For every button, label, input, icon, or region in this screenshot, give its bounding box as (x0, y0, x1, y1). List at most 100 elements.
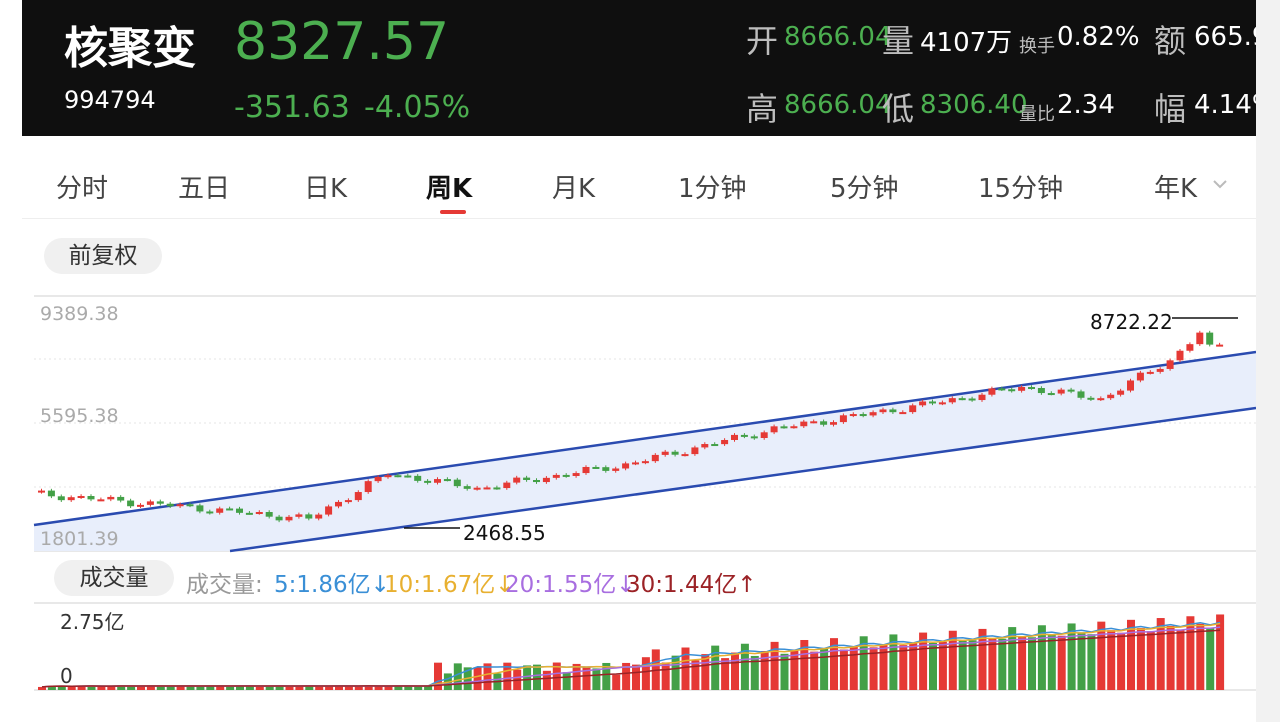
candle-body (632, 462, 639, 465)
candle-body (820, 421, 828, 425)
candle-body (483, 487, 491, 490)
candle-body (929, 401, 936, 404)
high-annotation: 8722.22 (1090, 310, 1173, 334)
volume-bar (1136, 628, 1145, 690)
volume-bar (523, 665, 532, 690)
candle-body (1018, 387, 1026, 391)
kline-chart[interactable]: 9389.38 5595.38 1801.39 8722.22 2468.55 … (0, 0, 1256, 722)
candle-body (404, 475, 412, 478)
candle-body (434, 479, 441, 483)
candle-body (344, 500, 352, 503)
candle-body (97, 499, 105, 502)
volume-bar (255, 686, 264, 690)
candle-body (1087, 397, 1095, 400)
candle-body (236, 508, 243, 513)
volume-bar (612, 674, 621, 690)
trend-channel-fill (34, 352, 1256, 551)
candle-body (117, 496, 125, 501)
volume-bar (1166, 625, 1175, 690)
candle-body (38, 490, 45, 493)
up-arrow-icon: ↑ (737, 572, 757, 598)
volume-bar (671, 655, 680, 690)
low-annotation: 2468.55 (463, 521, 546, 545)
volume-bar (988, 638, 997, 690)
candle-body (305, 514, 313, 519)
candle-body (1176, 350, 1184, 361)
volume-bar (1216, 614, 1225, 690)
volume-bar (1077, 632, 1086, 690)
candle-body (364, 481, 372, 493)
candle-body (1136, 372, 1144, 381)
candle-body (1166, 360, 1174, 369)
candle-body (503, 482, 511, 489)
volume-bar (166, 686, 175, 690)
candle-body (206, 511, 214, 514)
candle-body (513, 477, 521, 483)
volume-bar (1156, 618, 1165, 690)
candle-body (909, 405, 917, 413)
candle-body (849, 414, 857, 417)
candle-body (790, 426, 798, 429)
candle-body (582, 466, 590, 474)
candle-body (859, 414, 867, 417)
candle-body (1186, 344, 1194, 351)
candle-body (226, 508, 234, 511)
volume-ma20: 20:1.55亿↓ (505, 565, 636, 599)
candle-body (1057, 389, 1065, 394)
candle-body (1047, 393, 1055, 396)
volume-indicator-button[interactable]: 成交量 (54, 560, 174, 596)
candle-body (810, 421, 818, 424)
candle-body (335, 501, 342, 507)
candle-body (1037, 388, 1045, 394)
volume-bar (1146, 631, 1155, 690)
candle-body (740, 434, 748, 437)
candle-body (889, 409, 897, 413)
candle-body (47, 490, 55, 497)
candle-body (156, 501, 164, 504)
candle-body (533, 479, 540, 483)
volume-bar (315, 686, 324, 690)
volume-bar (849, 646, 858, 690)
candle-body (671, 451, 679, 455)
volume-bar (533, 664, 541, 690)
candle-body (711, 444, 719, 447)
candle-body (760, 432, 768, 439)
candle-body (612, 468, 620, 471)
candle-body (552, 474, 560, 478)
candle-body (57, 496, 65, 501)
candle-body (275, 516, 283, 521)
volume-bar (473, 667, 482, 690)
candle-body (839, 415, 847, 423)
candle-body (493, 487, 501, 490)
candle-body (1028, 387, 1035, 390)
candle-body (1077, 391, 1085, 398)
candle-body (622, 463, 630, 469)
volume-bar (1107, 630, 1116, 690)
volume-bar (344, 686, 353, 690)
candle-body (1156, 368, 1164, 372)
candle-body (938, 402, 946, 405)
candle-body (107, 496, 115, 500)
volume-bar (820, 647, 829, 690)
volume-ma30: 30:1.44亿↑ (626, 565, 757, 599)
candle-body (750, 436, 758, 439)
candle-body (325, 506, 333, 515)
candle-body (948, 398, 956, 403)
volume-bar (562, 672, 571, 690)
volume-bar (938, 641, 947, 690)
volume-bar (1018, 636, 1027, 690)
candle-body (255, 512, 263, 515)
candle-body (295, 514, 303, 517)
candle-body (602, 467, 610, 471)
candle-body (186, 504, 194, 507)
candle-body (523, 477, 531, 480)
volume-bar (929, 643, 937, 690)
y-tick-top: 9389.38 (40, 303, 119, 325)
candle-body (137, 504, 144, 507)
candle-body (1146, 371, 1154, 374)
candle-body (830, 422, 837, 425)
candle-body (988, 388, 996, 395)
volume-bar (592, 668, 601, 690)
volume-bar (899, 645, 908, 690)
candle-body (661, 451, 669, 455)
